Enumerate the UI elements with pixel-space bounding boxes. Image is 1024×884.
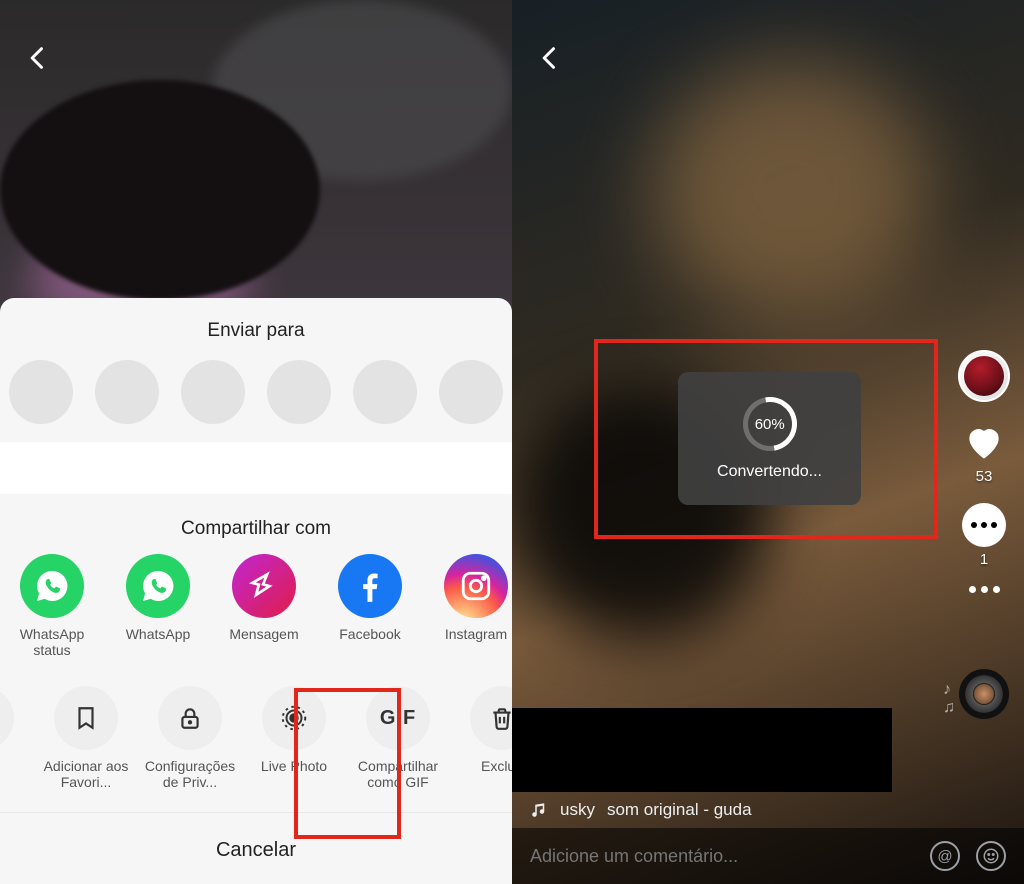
disc-icon bbox=[959, 669, 1009, 719]
back-button[interactable] bbox=[536, 44, 564, 72]
contact-avatar[interactable] bbox=[439, 360, 503, 424]
progress-spinner: 60% bbox=[732, 386, 807, 461]
left-screenshot: Enviar para Compartilhar com WhatsApp st… bbox=[0, 0, 512, 884]
gif-icon: GIF bbox=[366, 686, 430, 750]
comment-button[interactable]: 1 bbox=[962, 503, 1006, 568]
chevron-left-icon bbox=[24, 44, 52, 72]
share-instagram[interactable]: Instagram bbox=[430, 554, 512, 658]
emoji-button[interactable] bbox=[976, 841, 1006, 871]
tool-add-favorite[interactable]: Adicionar aos Favori... bbox=[40, 686, 132, 790]
contact-avatar[interactable] bbox=[181, 360, 245, 424]
music-text: som original - guda bbox=[607, 800, 752, 820]
bookmark-icon bbox=[54, 686, 118, 750]
right-screenshot: 53 1 ♪ ♫ usky som original - guda @ bbox=[512, 0, 1024, 884]
comment-bar: @ bbox=[512, 828, 1024, 884]
comment-icon bbox=[962, 503, 1006, 547]
redacted-caption bbox=[512, 708, 892, 792]
share-with-title: Compartilhar com bbox=[0, 518, 512, 540]
whatsapp-icon bbox=[126, 554, 190, 618]
lock-icon bbox=[158, 686, 222, 750]
music-prefix: usky bbox=[560, 800, 595, 820]
progress-percent: 60% bbox=[754, 415, 784, 432]
music-notes-icon: ♪ ♫ bbox=[943, 681, 955, 717]
music-note-icon bbox=[530, 801, 548, 819]
contact-avatar[interactable] bbox=[9, 360, 73, 424]
send-icon bbox=[232, 554, 296, 618]
back-button[interactable] bbox=[24, 44, 52, 72]
cancel-button[interactable]: Cancelar bbox=[0, 812, 512, 884]
sound-disc[interactable]: ♪ ♫ bbox=[959, 669, 1009, 719]
share-button[interactable] bbox=[969, 586, 1000, 593]
chevron-left-icon bbox=[536, 44, 564, 72]
tool-live-photo[interactable]: Live Photo bbox=[248, 686, 340, 790]
tools-row: ar Adicionar aos Favori... Configurações… bbox=[0, 658, 512, 790]
tool-partial[interactable]: ar bbox=[0, 686, 28, 790]
message-input-area[interactable] bbox=[0, 442, 512, 494]
facebook-icon bbox=[338, 554, 402, 618]
contact-avatar[interactable] bbox=[95, 360, 159, 424]
tool-delete[interactable]: Excluir bbox=[456, 686, 512, 790]
share-message[interactable]: Mensagem bbox=[218, 554, 310, 658]
tool-privacy-settings[interactable]: Configurações de Priv... bbox=[144, 686, 236, 790]
trash-icon bbox=[470, 686, 512, 750]
author-avatar[interactable] bbox=[958, 350, 1010, 402]
smile-icon bbox=[982, 847, 1000, 865]
heart-icon bbox=[962, 420, 1006, 464]
comment-count: 1 bbox=[980, 551, 988, 568]
comment-input[interactable] bbox=[530, 846, 914, 867]
share-whatsapp-status[interactable]: WhatsApp status bbox=[6, 554, 98, 658]
send-to-title: Enviar para bbox=[0, 320, 512, 342]
share-targets-row: WhatsApp status WhatsApp Mensagem bbox=[0, 554, 512, 658]
contact-avatar[interactable] bbox=[353, 360, 417, 424]
action-rail: 53 1 ♪ ♫ bbox=[958, 350, 1010, 719]
converting-dialog: 60% Convertendo... bbox=[678, 372, 861, 505]
share-whatsapp[interactable]: WhatsApp bbox=[112, 554, 204, 658]
share-facebook[interactable]: Facebook bbox=[324, 554, 416, 658]
contact-avatar[interactable] bbox=[267, 360, 331, 424]
music-info[interactable]: usky som original - guda bbox=[530, 800, 752, 820]
live-photo-icon bbox=[262, 686, 326, 750]
more-icon bbox=[969, 586, 1000, 593]
progress-status: Convertendo... bbox=[717, 463, 822, 481]
like-button[interactable]: 53 bbox=[962, 420, 1006, 485]
share-sheet: Enviar para Compartilhar com WhatsApp st… bbox=[0, 298, 512, 884]
whatsapp-icon bbox=[20, 554, 84, 618]
like-count: 53 bbox=[976, 468, 993, 485]
instagram-icon bbox=[444, 554, 508, 618]
send-to-contacts-row[interactable] bbox=[0, 356, 512, 434]
at-icon: @ bbox=[937, 848, 952, 865]
tool-share-as-gif[interactable]: GIF Compartilhar como GIF bbox=[352, 686, 444, 790]
mention-button[interactable]: @ bbox=[930, 841, 960, 871]
tool-icon bbox=[0, 686, 14, 750]
